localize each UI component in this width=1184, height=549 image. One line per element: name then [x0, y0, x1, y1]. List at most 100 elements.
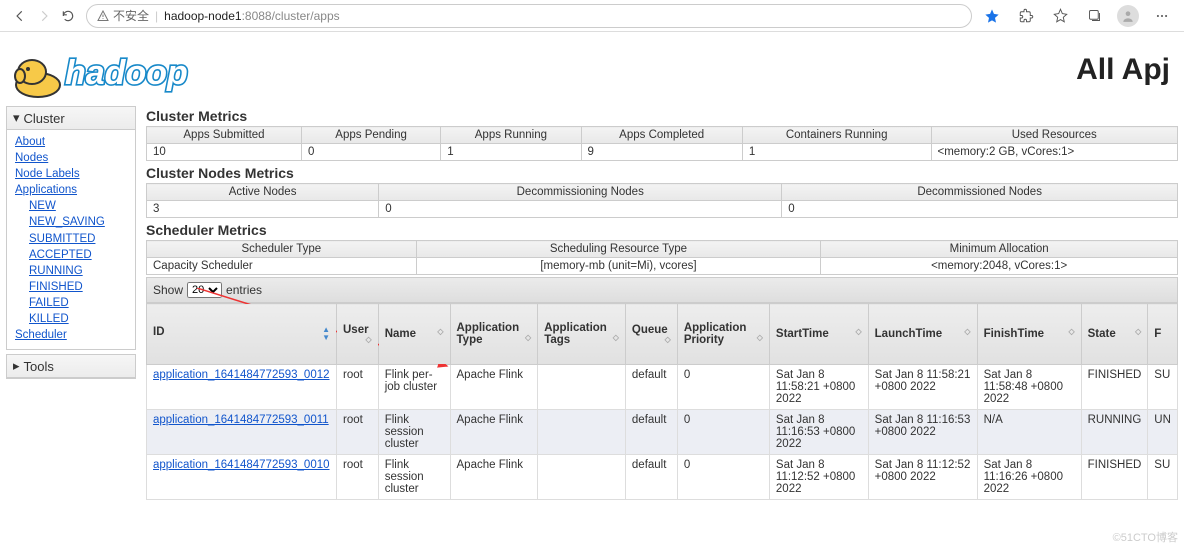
sidebar-link-nodes[interactable]: Nodes [15, 150, 127, 166]
extensions-button[interactable] [1012, 2, 1040, 30]
th-apps-submitted: Apps Submitted [147, 127, 302, 144]
sidebar-link-about[interactable]: About [15, 134, 127, 150]
back-button[interactable] [8, 4, 32, 28]
th-queue[interactable]: Queue◇ [625, 304, 677, 365]
cell-state: RUNNING [1081, 410, 1148, 455]
td-decommissioned: 0 [782, 201, 1178, 218]
th-app-type[interactable]: Application Type◇ [450, 304, 538, 365]
cell-finish: Sat Jan 8 11:58:48 +0800 2022 [977, 365, 1081, 410]
td-resource-type: [memory-mb (unit=Mi), vcores] [416, 258, 821, 275]
collections-button[interactable] [1080, 2, 1108, 30]
sidebar-link-failed[interactable]: FAILED [29, 295, 127, 311]
table-row: application_1641484772593_0012rootFlink … [147, 365, 1178, 410]
cell-type: Apache Flink [450, 410, 538, 455]
sidebar-link-node-labels[interactable]: Node Labels [15, 166, 127, 182]
cell-start: Sat Jan 8 11:12:52 +0800 2022 [769, 455, 868, 500]
th-final[interactable]: F [1148, 304, 1178, 365]
td-scheduler-type: Capacity Scheduler [147, 258, 417, 275]
forward-button[interactable] [32, 4, 56, 28]
th-apps-completed: Apps Completed [581, 127, 742, 144]
th-user[interactable]: User◇ [337, 304, 379, 365]
td-apps-running: 1 [441, 144, 581, 161]
favorites-button[interactable] [1046, 2, 1074, 30]
refresh-button[interactable] [56, 4, 80, 28]
sidebar-link-submitted[interactable]: SUBMITTED [29, 231, 127, 247]
sidebar-tools-label: Tools [24, 359, 54, 374]
cell-queue: default [625, 410, 677, 455]
sidebar-link-running[interactable]: RUNNING [29, 263, 127, 279]
cell-priority: 0 [677, 365, 769, 410]
th-containers-running: Containers Running [742, 127, 931, 144]
cell-queue: default [625, 455, 677, 500]
cell-tags [538, 365, 626, 410]
decommissioning-link[interactable]: 0 [385, 203, 391, 215]
hadoop-logo[interactable]: hadoop [10, 40, 240, 100]
insecure-badge: 不安全 [97, 7, 149, 24]
warning-icon [97, 10, 109, 22]
cell-user: root [337, 365, 379, 410]
th-resource-type: Scheduling Resource Type [416, 241, 821, 258]
sidebar-link-new-saving[interactable]: NEW_SAVING [29, 214, 127, 230]
hadoop-logo-icon: hadoop [10, 40, 240, 100]
sidebar: ▾ Cluster About Nodes Node Labels Applic… [6, 106, 136, 500]
avatar-icon [1117, 5, 1139, 27]
th-state[interactable]: State◇ [1081, 304, 1148, 365]
applications-table: ID▲▼ User◇ Name◇ Application Type◇ Appli… [146, 303, 1178, 500]
address-bar[interactable]: 不安全 | hadoop-node1:8088/cluster/apps [86, 4, 972, 28]
insecure-label: 不安全 [113, 7, 149, 24]
th-scheduler-type: Scheduler Type [147, 241, 417, 258]
entries-select[interactable]: 20 [187, 282, 222, 298]
cell-name: Flink session cluster [378, 410, 450, 455]
sidebar-section-tools[interactable]: ▸ Tools [7, 355, 135, 378]
th-apps-pending: Apps Pending [301, 127, 440, 144]
watermark: ©51CTO博客 [1113, 529, 1178, 545]
td-decommissioning: 0 [379, 201, 782, 218]
sidebar-link-finished[interactable]: FINISHED [29, 279, 127, 295]
th-id[interactable]: ID▲▼ [147, 304, 337, 365]
sidebar-link-killed[interactable]: KILLED [29, 311, 127, 327]
star-icon [984, 8, 1000, 24]
decommissioned-link[interactable]: 0 [788, 203, 794, 215]
table-length-control: Show 20 entries [146, 277, 1178, 303]
app-link[interactable]: application_1641484772593_0012 [153, 369, 330, 381]
th-name[interactable]: Name◇ [378, 304, 450, 365]
th-launch[interactable]: LaunchTime◇ [868, 304, 977, 365]
collections-icon [1087, 8, 1102, 23]
sidebar-link-new[interactable]: NEW [29, 198, 127, 214]
active-nodes-link[interactable]: 3 [153, 203, 159, 215]
th-min-alloc: Minimum Allocation [821, 241, 1178, 258]
th-start[interactable]: StartTime◇ [769, 304, 868, 365]
app-link[interactable]: application_1641484772593_0010 [153, 459, 330, 471]
sidebar-link-applications[interactable]: Applications [15, 182, 127, 198]
cell-start: Sat Jan 8 11:58:21 +0800 2022 [769, 365, 868, 410]
show-label: Show [153, 283, 183, 297]
sidebar-cluster-label: Cluster [24, 111, 65, 126]
th-priority[interactable]: Application Priority◇ [677, 304, 769, 365]
sidebar-link-scheduler[interactable]: Scheduler [15, 327, 127, 343]
cell-queue: default [625, 365, 677, 410]
cell-user: root [337, 455, 379, 500]
nodes-metrics-title: Cluster Nodes Metrics [146, 163, 1178, 183]
cell-id: application_1641484772593_0011 [147, 410, 337, 455]
sidebar-section-cluster[interactable]: ▾ Cluster [7, 107, 135, 130]
bookmark-button[interactable] [978, 2, 1006, 30]
menu-button[interactable] [1148, 2, 1176, 30]
cell-id: application_1641484772593_0010 [147, 455, 337, 500]
app-link[interactable]: application_1641484772593_0011 [153, 414, 329, 426]
arrow-right-icon [37, 9, 51, 23]
td-apps-pending: 0 [301, 144, 440, 161]
sidebar-link-accepted[interactable]: ACCEPTED [29, 247, 127, 263]
scheduler-metrics-table: Scheduler Type Scheduling Resource Type … [146, 240, 1178, 275]
th-app-tags[interactable]: Application Tags◇ [538, 304, 626, 365]
nodes-metrics-table: Active Nodes Decommissioning Nodes Decom… [146, 183, 1178, 218]
cell-id: application_1641484772593_0012 [147, 365, 337, 410]
td-apps-submitted: 10 [147, 144, 302, 161]
cell-finish: N/A [977, 410, 1081, 455]
cell-launch: Sat Jan 8 11:58:21 +0800 2022 [868, 365, 977, 410]
svg-text:hadoop: hadoop [65, 54, 188, 92]
cell-launch: Sat Jan 8 11:16:53 +0800 2022 [868, 410, 977, 455]
main-content: Cluster Metrics Apps Submitted Apps Pend… [136, 106, 1178, 500]
th-finish[interactable]: FinishTime◇ [977, 304, 1081, 365]
td-active-nodes: 3 [147, 201, 379, 218]
profile-button[interactable] [1114, 2, 1142, 30]
